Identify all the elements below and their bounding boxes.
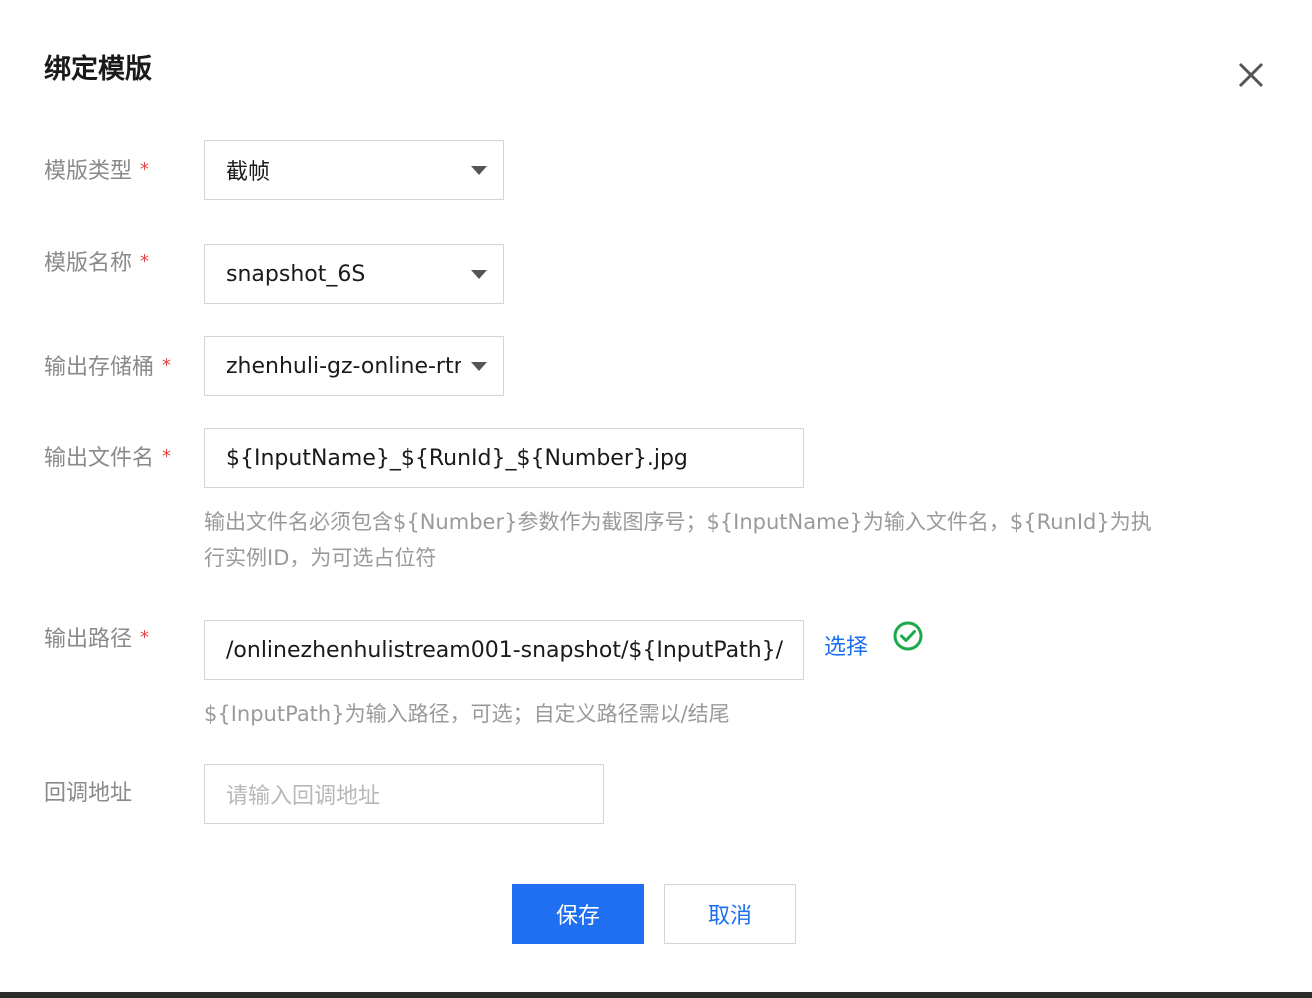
required-mark: *: [162, 446, 172, 467]
caret-down-icon: [471, 361, 487, 371]
template-type-select[interactable]: 截帧: [204, 140, 504, 200]
output-filename-input[interactable]: ${InputName}_${RunId}_${Number}.jpg: [204, 428, 804, 488]
help-line: 行实例ID，为可选占位符: [204, 546, 437, 570]
bind-template-dialog: 绑定模版 模版类型 * 截帧 模版名称 * snapshot_6S 输出存储桶 * z…: [0, 0, 1312, 992]
output-path-value: /onlinezhenhulistream001-snapshot/${Inpu…: [226, 637, 784, 663]
template-type-label: 模版类型 *: [44, 159, 150, 184]
required-mark: *: [162, 355, 172, 376]
help-line: 输出文件名必须包含${Number}参数作为截图序号；${InputName}为…: [204, 510, 1152, 534]
output-bucket-select[interactable]: zhenhuli-gz-online-rtm: [204, 336, 504, 396]
save-button[interactable]: 保存: [512, 884, 644, 944]
callback-label: 回调地址: [44, 781, 133, 806]
required-mark: *: [140, 627, 150, 648]
bottom-edge: [0, 992, 1312, 998]
callback-input[interactable]: 请输入回调地址: [204, 764, 604, 824]
output-filename-label: 输出文件名 *: [44, 446, 172, 471]
dialog-title: 绑定模版: [44, 54, 152, 85]
output-filename-help: 输出文件名必须包含${Number}参数作为截图序号；${InputName}为…: [204, 504, 1152, 576]
output-bucket-label: 输出存储桶 *: [44, 355, 172, 380]
output-path-help: ${InputPath}为输入路径，可选；自定义路径需以/结尾: [204, 702, 730, 726]
caret-down-icon: [471, 165, 487, 175]
callback-placeholder: 请输入回调地址: [226, 784, 381, 809]
select-path-button[interactable]: 选择: [824, 633, 868, 663]
required-mark: *: [140, 251, 150, 272]
output-bucket-value: zhenhuli-gz-online-rtm: [226, 353, 461, 379]
check-circle-icon: [892, 620, 924, 652]
output-filename-value: ${InputName}_${RunId}_${Number}.jpg: [226, 445, 688, 471]
template-name-label: 模版名称 *: [44, 251, 150, 276]
output-path-input[interactable]: /onlinezhenhulistream001-snapshot/${Inpu…: [204, 620, 804, 680]
caret-down-icon: [471, 269, 487, 279]
template-name-value: snapshot_6S: [226, 261, 366, 287]
close-icon[interactable]: [1234, 58, 1268, 92]
template-name-select[interactable]: snapshot_6S: [204, 244, 504, 304]
cancel-button[interactable]: 取消: [664, 884, 796, 944]
template-type-value: 截帧: [226, 160, 271, 185]
output-path-label: 输出路径 *: [44, 627, 150, 652]
required-mark: *: [140, 159, 150, 180]
